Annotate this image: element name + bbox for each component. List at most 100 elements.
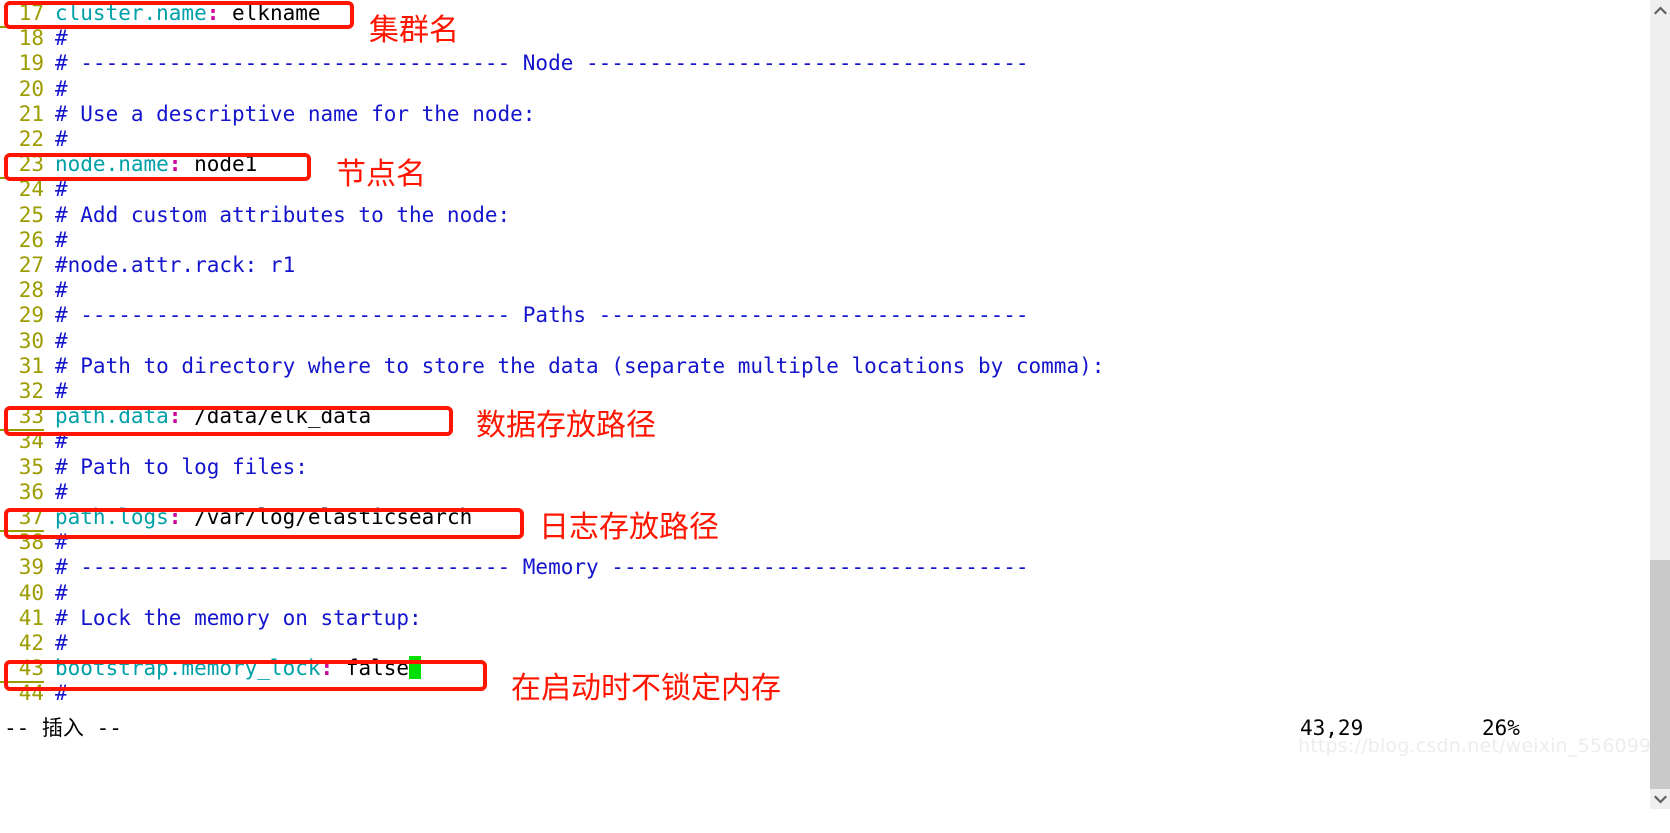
code-token-val: false — [333, 656, 410, 681]
code-line: 41 # Lock the memory on startup: — [0, 606, 422, 631]
code-line: 30 # — [0, 329, 68, 354]
code-line: 34 # — [0, 429, 68, 454]
code-line: 36 # — [0, 480, 68, 505]
line-number: 43 — [0, 656, 44, 684]
code-line: 17 cluster.name: elkname — [0, 1, 321, 29]
line-number: 27 — [18, 253, 44, 277]
code-token-comment: # Path to directory where to store the d… — [55, 353, 1105, 378]
code-token-comment: # — [55, 429, 68, 454]
line-number: 17 — [0, 1, 44, 29]
code-line: 25 # Add custom attributes to the node: — [0, 203, 510, 228]
code-line: 33 path.data: /data/elk_data — [0, 404, 372, 432]
annotation-label: 节点名 — [336, 157, 426, 192]
code-token-colon: : — [168, 152, 182, 177]
line-number: 38 — [18, 530, 44, 555]
code-token-comment: #node.attr.rack: r1 — [55, 253, 296, 277]
code-line: 31 # Path to directory where to store the… — [0, 353, 1105, 379]
code-line: 40 # — [0, 581, 68, 606]
line-number: 32 — [18, 379, 44, 403]
line-number: 42 — [18, 631, 44, 655]
line-number: 30 — [18, 328, 44, 353]
code-line: 35 # Path to log files: — [0, 455, 308, 480]
line-number: 33 — [0, 404, 44, 432]
line-number: 23 — [0, 152, 44, 180]
code-line: 19 # ---------------------------------- N… — [0, 51, 1029, 76]
code-token-comment: # ---------------------------------- Mem… — [55, 555, 1029, 580]
code-token-comment: # — [55, 530, 68, 555]
line-number: 37 — [0, 505, 44, 533]
line-number: 41 — [18, 605, 44, 630]
code-token-key: path.data — [55, 404, 169, 429]
code-line: 44 # — [0, 681, 68, 706]
line-number: 21 — [18, 101, 44, 126]
line-number: 26 — [18, 227, 44, 252]
code-line: 43 bootstrap.memory_lock: false — [0, 656, 422, 684]
code-line: 32 # — [0, 379, 68, 404]
code-line: 22 # — [0, 127, 68, 152]
line-number: 39 — [18, 555, 44, 580]
code-token-comment: # — [55, 177, 68, 202]
code-token-colon: : — [320, 656, 334, 681]
chevron-up-icon[interactable] — [1650, 0, 1670, 20]
code-token-comment: # Path to log files: — [55, 454, 308, 479]
code-token-comment: # — [55, 76, 68, 101]
code-line: 18 # — [0, 26, 68, 51]
line-number: 35 — [18, 454, 44, 479]
vim-editor-pane[interactable]: 17 cluster.name: elkname 18 #19 # ----------… — [0, 0, 1650, 809]
line-number: 19 — [18, 51, 44, 76]
vertical-scrollbar[interactable] — [1650, 0, 1670, 809]
scrollbar-thumb[interactable] — [1650, 560, 1670, 789]
code-line: 37 path.logs: /var/log/elasticsearch — [0, 505, 473, 533]
code-token-comment: # ---------------------------------- Pat… — [55, 303, 1029, 328]
code-line: 38 # — [0, 530, 68, 555]
code-line: 24 # — [0, 177, 68, 202]
code-token-comment: # — [55, 127, 68, 151]
line-number: 31 — [18, 353, 44, 378]
annotation-label: 集群名 — [369, 13, 459, 48]
code-token-val: /var/log/elasticsearch — [181, 505, 473, 529]
code-line: 20 # — [0, 77, 68, 102]
text-cursor — [409, 656, 422, 680]
code-line: 39 # ---------------------------------- M… — [0, 555, 1029, 580]
code-token-comment: # — [55, 227, 68, 252]
line-number: 29 — [18, 303, 44, 328]
line-number: 28 — [18, 278, 44, 303]
code-token-comment: # Add custom attributes to the node: — [55, 202, 511, 227]
code-token-comment: # — [55, 681, 68, 706]
code-token-comment: # Use a descriptive name for the node: — [55, 101, 536, 126]
line-number: 24 — [18, 177, 44, 202]
code-line: 29 # ---------------------------------- P… — [0, 303, 1029, 328]
line-number: 44 — [18, 681, 44, 706]
code-line: 21 # Use a descriptive name for the node: — [0, 101, 536, 127]
chevron-down-icon[interactable] — [1650, 789, 1670, 809]
code-token-comment: # — [55, 479, 68, 504]
code-line: 28 # — [0, 278, 68, 303]
line-number: 20 — [18, 76, 44, 101]
code-token-comment: # — [55, 379, 68, 403]
line-number: 36 — [18, 479, 44, 504]
code-token-comment: # Lock the memory on startup: — [55, 605, 422, 630]
status-mode-indicator: -- 插入 -- — [4, 716, 122, 740]
code-token-val: node1 — [181, 152, 258, 177]
code-token-key: bootstrap.memory_lock — [55, 656, 321, 681]
line-number: 18 — [18, 26, 44, 51]
code-token-comment: # — [55, 631, 68, 655]
code-token-colon: : — [168, 505, 182, 529]
code-line: 23 node.name: node1 — [0, 152, 258, 180]
code-token-comment: # — [55, 278, 68, 303]
code-token-key: cluster.name — [55, 1, 207, 25]
code-token-key: path.logs — [55, 505, 169, 529]
code-token-comment: # ---------------------------------- Nod… — [55, 51, 1029, 76]
code-token-comment: # — [55, 328, 68, 353]
line-number: 22 — [18, 127, 44, 151]
code-token-val: /data/elk_data — [181, 404, 372, 429]
annotation-label: 在启动时不锁定内存 — [511, 671, 781, 706]
code-token-comment: # — [55, 26, 68, 51]
code-line: 42 # — [0, 631, 68, 656]
code-token-key: node.name — [55, 152, 169, 177]
annotation-label: 数据存放路径 — [476, 408, 656, 443]
code-token-val: elkname — [219, 1, 321, 25]
code-token-comment: # — [55, 580, 68, 605]
code-line: 26 # — [0, 228, 68, 253]
line-number: 34 — [18, 429, 44, 454]
